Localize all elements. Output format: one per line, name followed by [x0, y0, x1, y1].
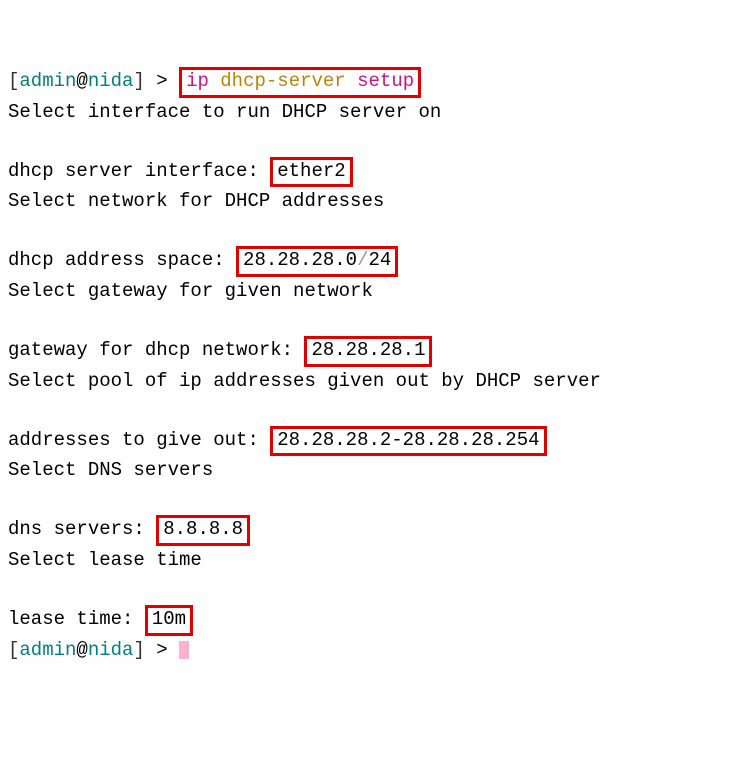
cursor[interactable]: [179, 641, 189, 659]
output-line: Select DNS servers: [8, 459, 213, 481]
output-line: Select network for DHCP addresses: [8, 190, 384, 212]
value-gateway: 28.28.28.1: [304, 336, 432, 367]
value-dns: 8.8.8.8: [156, 515, 250, 546]
cmd-setup: setup: [357, 70, 414, 92]
output-line: Select gateway for given network: [8, 280, 373, 302]
label-lease-time: lease time:: [8, 608, 145, 630]
cmd-ip: ip: [186, 70, 209, 92]
value-address-space: 28.28.28.0/24: [236, 246, 398, 277]
prompt-gt: >: [156, 70, 167, 92]
label-interface: dhcp server interface:: [8, 160, 270, 182]
prompt-at: @: [76, 639, 87, 661]
prompt-gt: >: [156, 639, 167, 661]
bracket-open: [: [8, 639, 19, 661]
bracket-open: [: [8, 70, 19, 92]
label-gateway: gateway for dhcp network:: [8, 339, 304, 361]
output-line: Select interface to run DHCP server on: [8, 101, 441, 123]
output-line: Select pool of ip addresses given out by…: [8, 370, 601, 392]
bracket-close: ]: [133, 70, 144, 92]
value-addresses-out: 28.28.28.2-28.28.28.254: [270, 426, 546, 457]
prompt-host: nida: [88, 639, 134, 661]
bracket-close: ]: [133, 639, 144, 661]
prompt-at: @: [76, 70, 87, 92]
label-address-space: dhcp address space:: [8, 249, 236, 271]
label-dns: dns servers:: [8, 518, 156, 540]
terminal-output: [admin@nida] > ip dhcp-server setup Sele…: [8, 67, 726, 665]
prompt-host: nida: [88, 70, 134, 92]
label-addresses-out: addresses to give out:: [8, 429, 270, 451]
value-lease-time: 10m: [145, 605, 193, 636]
prompt-user: admin: [19, 70, 76, 92]
output-line: Select lease time: [8, 549, 202, 571]
command-highlight: ip dhcp-server setup: [179, 67, 421, 98]
prompt-user: admin: [19, 639, 76, 661]
cmd-dhcp-server: dhcp-server: [220, 70, 345, 92]
value-interface: ether2: [270, 157, 352, 188]
